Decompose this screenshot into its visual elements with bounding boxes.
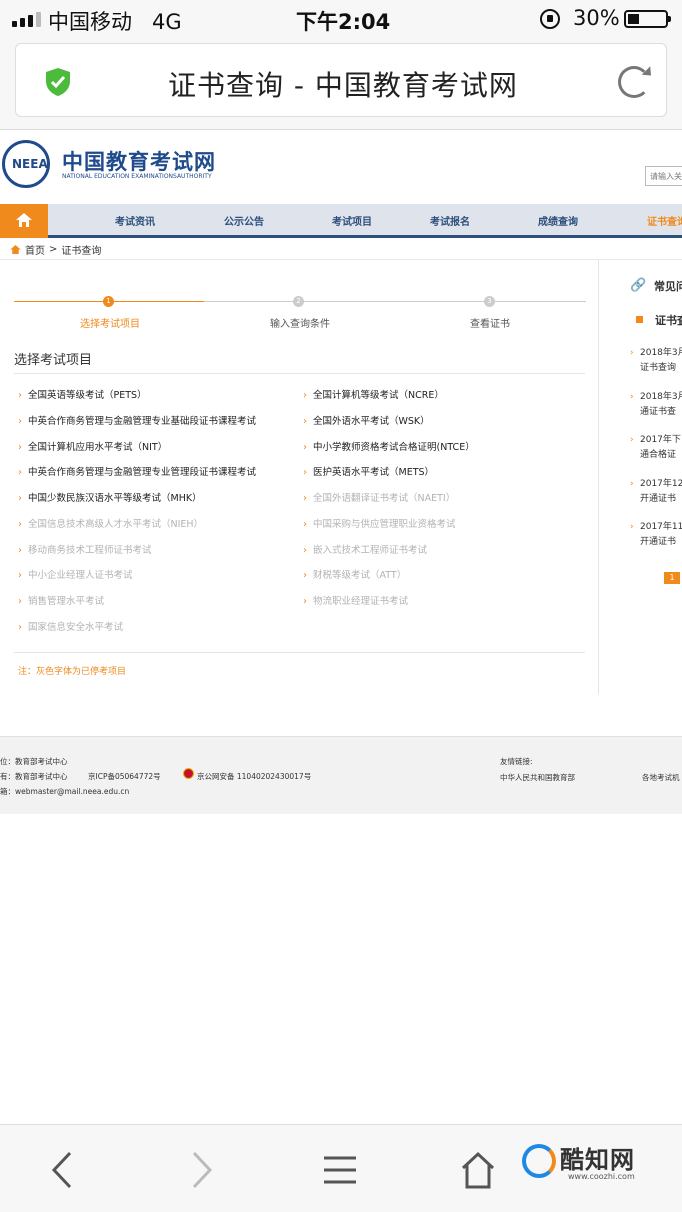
exam-link-sales-management: 销售管理水平考试 [18,593,104,607]
clock: 下午2:04 [296,10,391,34]
exam-link-nit[interactable]: 全国计算机应用水平考试（NIT） [18,439,167,453]
exam-link-nieh: 全国信息技术高级人才水平考试（NIEH） [18,516,203,530]
signal-icon [12,12,41,27]
exam-link-mhk[interactable]: 中国少数民族汉语水平等级考试（MHK） [18,490,202,504]
main-nav: 考试资讯 公示公告 考试项目 考试报名 成绩查询 证书查询 [0,204,682,238]
exam-link-business-management[interactable]: 中英合作商务管理与金融管理专业管理段证书课程考试 [18,464,256,478]
footer-link-local[interactable]: 各地考试机 [642,772,680,783]
nav-item-notices[interactable]: 公示公告 [224,213,264,228]
site-footer: 位：教育部考试中心 有：教育部考试中心 京ICP备05064772号 京公网安备… [0,736,682,814]
step-3-label: 查看证书 [470,319,510,330]
divider [0,259,682,260]
police-badge-icon [183,768,194,779]
faq-heading: 常见问 [654,280,682,293]
battery-percent: 30% [573,6,620,30]
battery-icon [624,10,671,28]
link-icon: 🔗 [630,278,647,293]
footer-owner: 有：教育部考试中心 [0,772,68,781]
divider [14,652,585,653]
section-title: 选择考试项目 [14,353,93,368]
breadcrumb-current: 证书查询 [61,246,102,257]
nav-item-news[interactable]: 考试资讯 [115,213,155,228]
discontinued-note: 注：灰色字体为已停考项目 [18,667,127,677]
status-bar: 中国移动 4G 下午2:04 30% [0,0,682,38]
search-input[interactable]: 请输入关键字 [645,166,682,186]
exam-link-pets[interactable]: 全国英语等级考试（PETS） [18,387,147,401]
watermark-url: www.coozhi.com [568,1172,635,1181]
exam-link-ncre[interactable]: 全国计算机等级考试（NCRE） [303,387,444,401]
site-header: NEEA 中国教育考试网 NATIONAL EDUCATION EXAMINAT… [0,136,682,204]
secure-shield-icon [46,68,70,96]
carrier-label: 中国移动 4G [48,10,182,34]
exam-link-naeti: 全国外语翻译证书考试（NAETI） [303,490,455,504]
exam-link-att: 财税等级考试（ATT） [303,567,406,581]
step-2-label: 输入查询条件 [270,319,330,330]
step-3-marker: 3 [484,296,495,307]
exam-link-business-foundation[interactable]: 中英合作商务管理与金融管理专业基础段证书课程考试 [18,413,256,427]
sidebar-news-item[interactable]: 2017年下通合格证 [630,433,682,463]
pagination-page[interactable]: 1 [664,572,680,584]
bullet-icon [636,316,643,323]
home-icon[interactable] [460,1151,496,1189]
exam-link-wsk[interactable]: 全国外语水平考试（WSK） [303,413,430,427]
home-icon [16,213,32,227]
breadcrumb-separator: > [49,244,58,255]
exam-link-logistics: 物流职业经理证书考试 [303,593,408,607]
sidebar-news-item[interactable]: 2018年3月通证书查 [630,390,682,420]
reload-icon[interactable] [618,66,650,98]
footer-org: 位：教育部考试中心 [0,757,68,766]
site-title[interactable]: 中国教育考试网 [62,146,216,176]
nav-item-scores[interactable]: 成绩查询 [538,213,578,228]
exam-link-info-security: 国家信息安全水平考试 [18,619,123,633]
exam-link-ntce[interactable]: 中小学教师资格考试合格证明(NTCE） [303,439,475,453]
footer-email[interactable]: 箱：webmaster@mail.neea.edu.cn [0,786,129,797]
url-field[interactable]: 证书查询 - 中国教育考试网 [15,43,667,117]
rotation-lock-icon [540,9,560,29]
site-subtitle: NATIONAL EDUCATION EXAMINATIONSAUTHORITY [62,173,212,180]
coozhi-watermark: 酷知网 www.coozhi.com [514,1140,664,1192]
watermark-name: 酷知网 [560,1146,635,1174]
nav-item-certificates[interactable]: 证书查询 [647,213,682,228]
neea-logo[interactable]: NEEA [2,140,50,188]
sidebar-news-item[interactable]: 2017年11开通证书 [630,520,682,550]
home-button[interactable] [0,204,48,238]
exam-link-sme-manager: 中小企业经理人证书考试 [18,567,133,581]
exam-link-embedded: 嵌入式技术工程师证书考试 [303,542,427,556]
address-bar: 证书查询 - 中国教育考试网 [0,38,682,130]
exam-link-procurement: 中国采购与供应管理职业资格考试 [303,516,456,530]
nav-item-exams[interactable]: 考试项目 [332,213,372,228]
exam-link-mets[interactable]: 医护英语水平考试（METS） [303,464,434,478]
breadcrumb-home[interactable]: 首页 [25,242,45,257]
sidebar-news-item[interactable]: 2017年12开通证书 [630,477,682,507]
menu-icon[interactable] [322,1151,358,1189]
forward-icon[interactable] [190,1151,214,1189]
footer-link-moe[interactable]: 中华人民共和国教育部 [500,772,575,783]
footer-police-record[interactable]: 京公网安备 11040202430017号 [197,771,311,782]
exam-link-mobile-commerce: 移动商务技术工程师证书考试 [18,542,152,556]
back-icon[interactable] [50,1151,74,1189]
progress-line-pending [204,301,586,302]
breadcrumb: 首页 > 证书查询 [10,242,101,257]
step-2-marker: 2 [293,296,304,307]
sidebar-news-item[interactable]: 2018年3月证书查询 [630,346,682,376]
home-icon [10,245,21,254]
coozhi-logo-icon [522,1144,556,1178]
footer-icp[interactable]: 京ICP备05064772号 [88,771,161,782]
cert-news-heading: 证书查 [655,314,682,327]
page-title: 证书查询 - 中国教育考试网 [168,69,518,102]
footer-links-label: 友情链接: [500,757,533,766]
step-1-marker: 1 [103,296,114,307]
nav-item-registration[interactable]: 考试报名 [430,213,470,228]
sidebar-divider [598,260,599,694]
divider [14,373,585,374]
step-1-label: 选择考试项目 [80,319,140,330]
